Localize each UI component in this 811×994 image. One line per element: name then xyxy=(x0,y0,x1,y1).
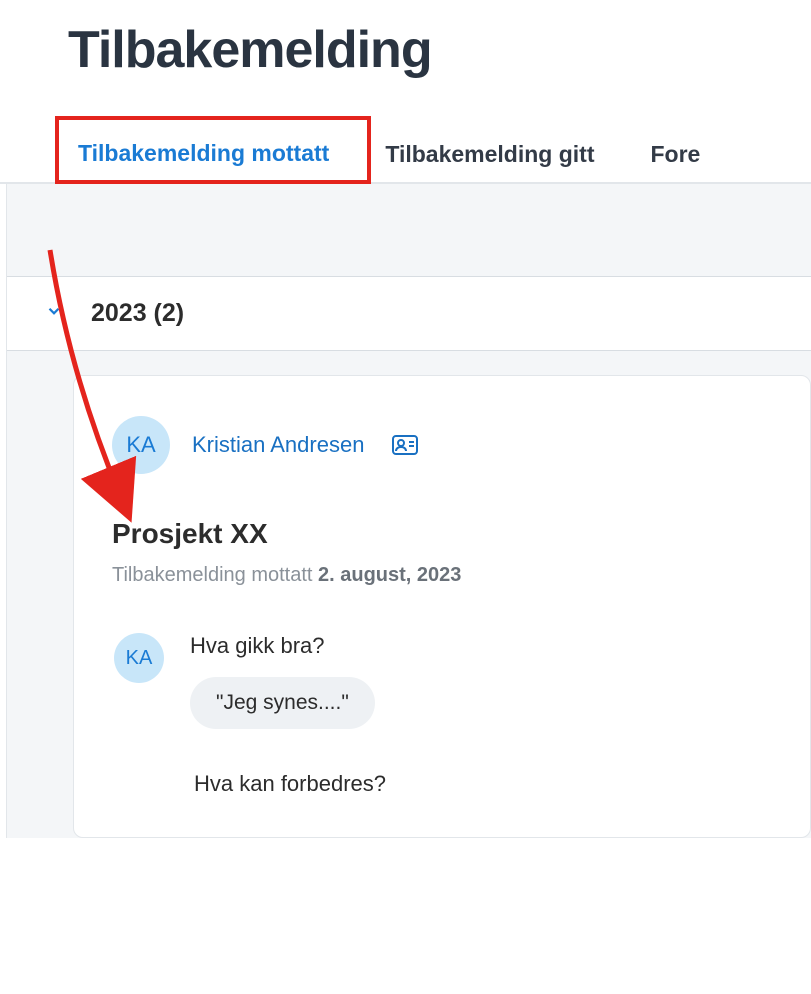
author-row: KA Kristian Andresen xyxy=(112,416,778,474)
feedback-card: KA Kristian Andresen Prosjekt XX Tilbake… xyxy=(73,375,811,838)
meta-line: Tilbakemelding mottatt 2. august, 2023 xyxy=(112,564,778,587)
tab-third[interactable]: Fore xyxy=(646,131,704,182)
tab-received[interactable]: Tilbakemelding mottatt xyxy=(74,130,333,184)
tab-given[interactable]: Tilbakemelding gitt xyxy=(381,131,598,182)
author-link[interactable]: Kristian Andresen xyxy=(192,432,364,458)
answer-bubble: "Jeg synes...." xyxy=(190,677,375,729)
year-label: 2023 (2) xyxy=(91,299,184,328)
question-text: Hva kan forbedres? xyxy=(194,771,778,797)
question-text: Hva gikk bra? xyxy=(190,633,778,659)
qa-block: KA Hva gikk bra? "Jeg synes...." xyxy=(114,633,778,729)
tabs-bar: Tilbakemelding mottatt Tilbakemelding gi… xyxy=(0,130,811,184)
avatar: KA xyxy=(114,633,164,683)
avatar: KA xyxy=(112,416,170,474)
project-title: Prosjekt XX xyxy=(112,518,778,550)
chevron-down-icon xyxy=(45,302,63,325)
meta-date: 2. august, 2023 xyxy=(318,564,461,586)
content-area: 2023 (2) KA Kristian Andresen Prosjekt X… xyxy=(6,184,811,838)
year-toggle[interactable]: 2023 (2) xyxy=(7,276,811,351)
meta-prefix: Tilbakemelding mottatt xyxy=(112,564,318,586)
contact-card-icon[interactable] xyxy=(392,435,418,455)
page-title: Tilbakemelding xyxy=(68,20,811,80)
